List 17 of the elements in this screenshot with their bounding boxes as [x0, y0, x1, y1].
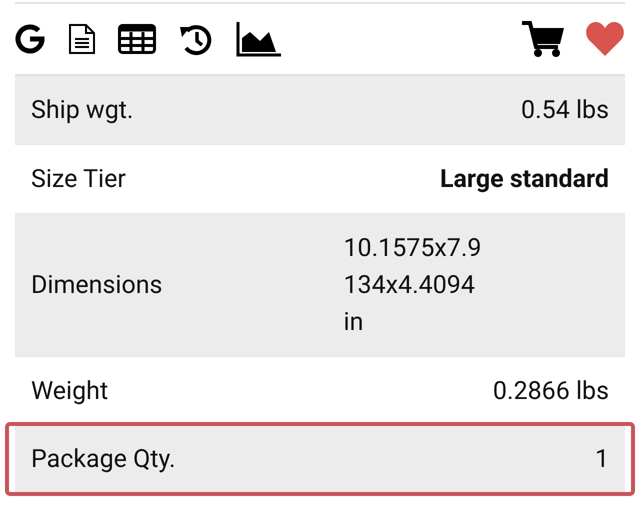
table-icon[interactable]: [118, 24, 156, 54]
history-icon[interactable]: [178, 22, 214, 56]
cart-icon[interactable]: [521, 20, 565, 58]
heart-icon[interactable]: [585, 21, 625, 57]
g-logo-icon[interactable]: [14, 23, 46, 55]
row-label: Size Tier: [31, 164, 126, 194]
row-label: Package Qty.: [31, 444, 176, 474]
row-label: Ship wgt.: [31, 96, 134, 124]
area-chart-icon[interactable]: [236, 21, 282, 57]
row-label: Dimensions: [31, 270, 162, 300]
row-label: Weight: [31, 376, 108, 406]
row-value: 0.54 lbs: [521, 96, 609, 124]
document-icon[interactable]: [68, 23, 96, 55]
row-value: 0.2866 lbs: [492, 376, 609, 406]
row-value: 1: [594, 444, 609, 474]
row-value: Large standard: [440, 164, 609, 194]
row-value: 10.1575x7.9134x4.4094 in: [343, 232, 482, 338]
